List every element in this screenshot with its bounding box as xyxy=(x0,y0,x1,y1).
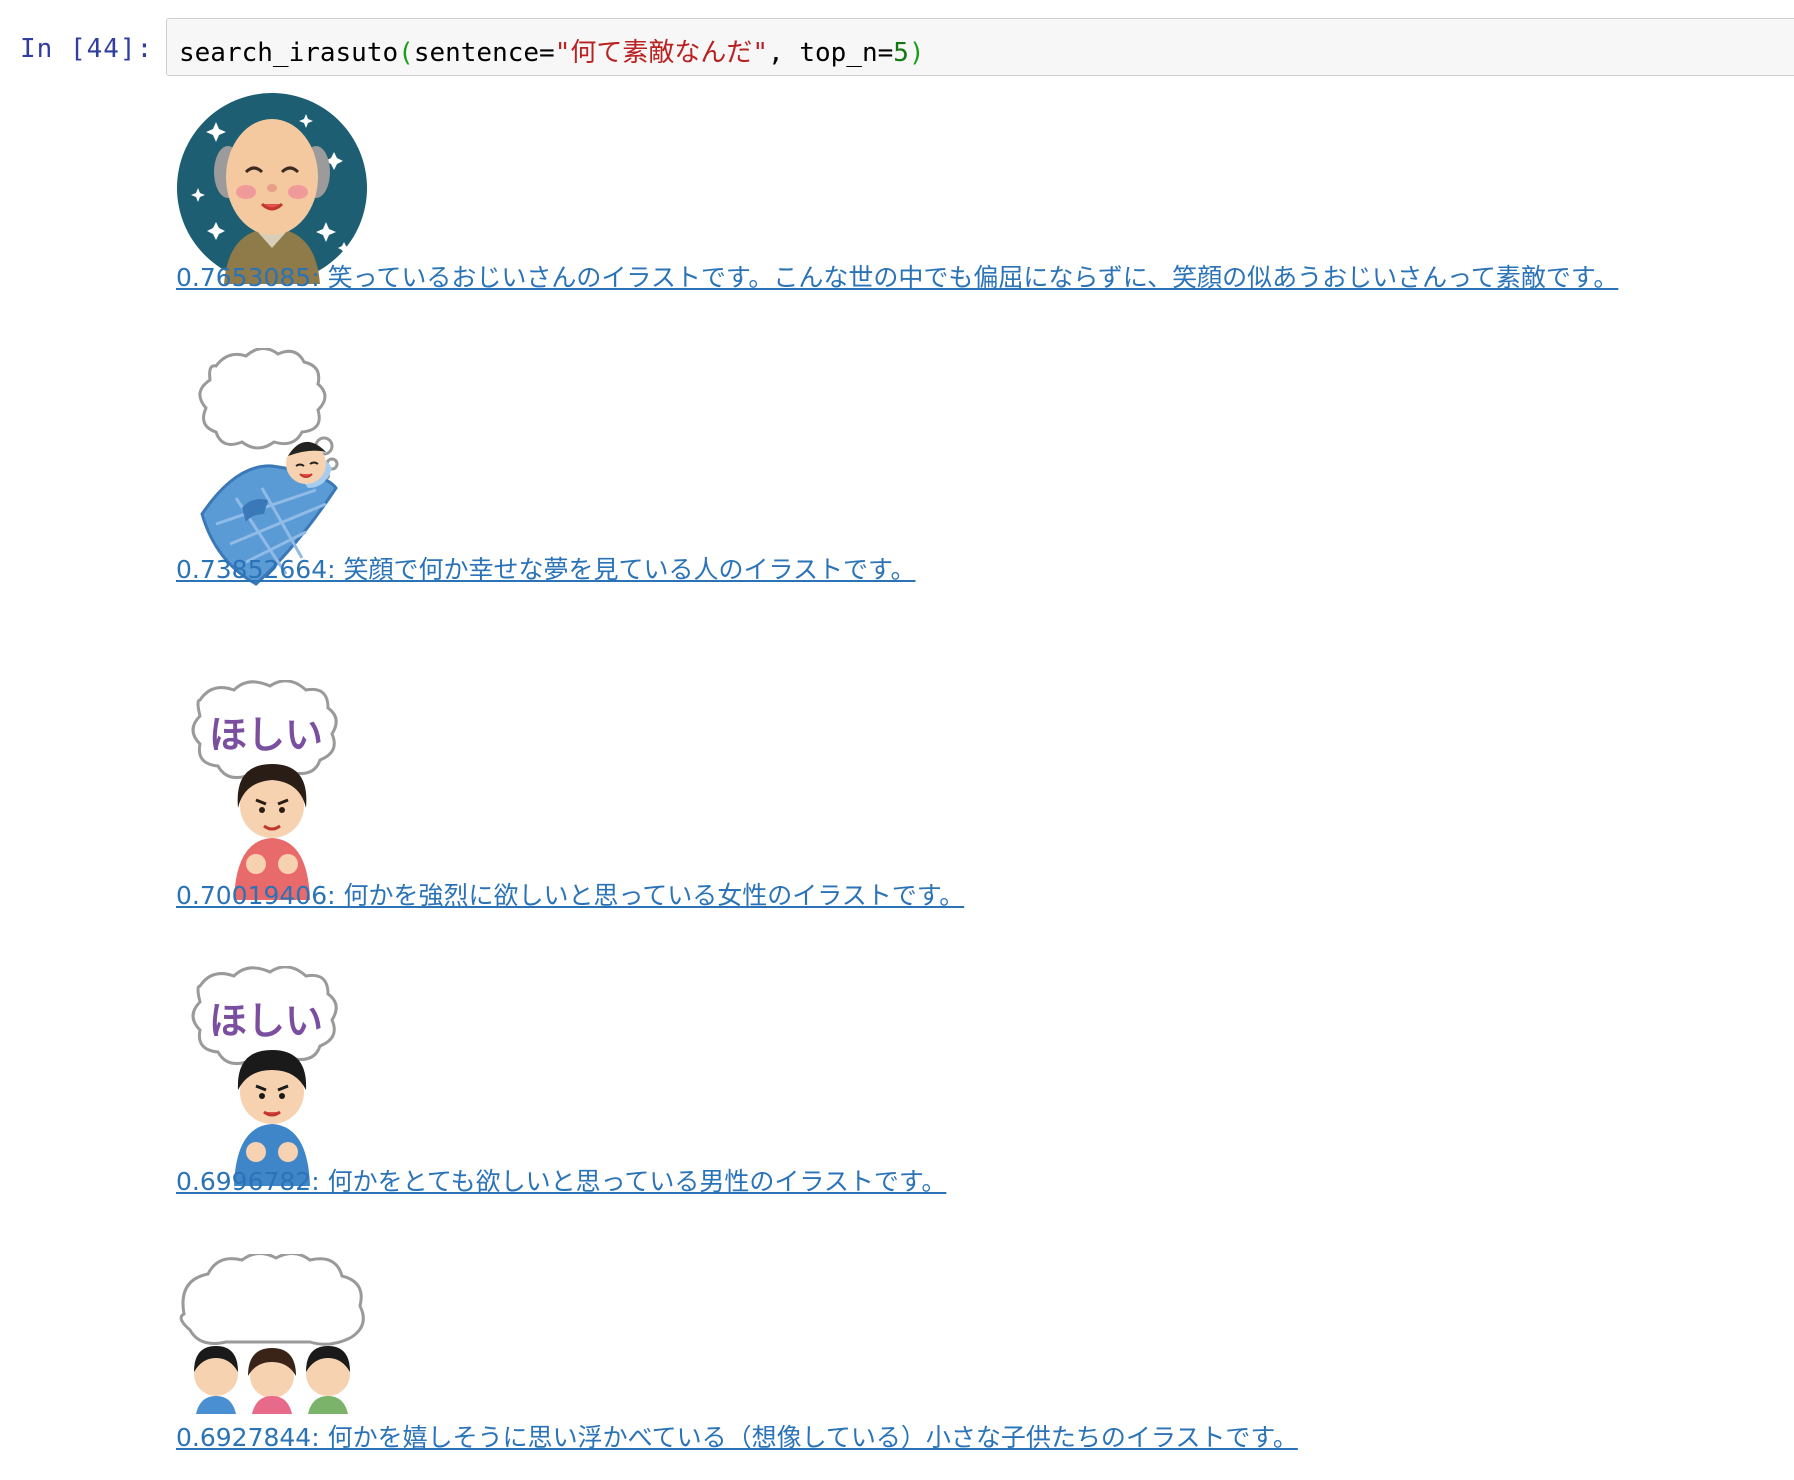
smiling-grandfather-icon[interactable] xyxy=(176,92,368,284)
result-link[interactable]: 0.7653085: 笑っているおじいさんのイラストです。こんな世の中でも偏屈に… xyxy=(176,258,1618,294)
imagining-children-icon[interactable] xyxy=(176,1254,368,1414)
arg-sentence-name: sentence= xyxy=(413,38,555,68)
bubble-text: ほしい xyxy=(209,999,323,1043)
result-link[interactable]: 0.70019406: 何かを強烈に欲しいと思っている女性のイラストです。 xyxy=(176,876,964,912)
close-paren: ) xyxy=(908,38,925,68)
arg-topn-value: 5 xyxy=(893,38,909,68)
arg-topn-name: top_n= xyxy=(799,38,894,68)
result-link[interactable]: 0.73852664: 笑顔で何か幸せな夢を見ている人のイラストです。 xyxy=(176,550,915,586)
result-link[interactable]: 0.6927844: 何かを嬉しそうに思い浮かべている（想像している）小さな子供… xyxy=(176,1418,1298,1454)
wanting-woman-icon[interactable]: ほしい xyxy=(176,680,368,900)
child-right xyxy=(306,1346,350,1414)
arg-sentence-value: "何て素敵なんだ" xyxy=(554,38,769,68)
bubble-text: ほしい xyxy=(209,713,323,757)
child-left xyxy=(194,1346,238,1414)
open-paren: ( xyxy=(398,38,414,68)
input-prompt: In [44]: xyxy=(20,34,154,64)
result-link[interactable]: 0.6996782: 何かをとても欲しいと思っている男性のイラストです。 xyxy=(176,1162,946,1198)
child-middle xyxy=(248,1348,296,1414)
arg-separator: , xyxy=(768,38,800,68)
wanting-man-icon[interactable]: ほしい xyxy=(176,966,368,1186)
function-name: search_irasuto xyxy=(179,38,399,68)
code-input-cell[interactable]: search_irasuto(sentence="何て素敵なんだ", top_n… xyxy=(166,18,1794,76)
code-line[interactable]: search_irasuto(sentence="何て素敵なんだ", top_n… xyxy=(179,32,925,69)
